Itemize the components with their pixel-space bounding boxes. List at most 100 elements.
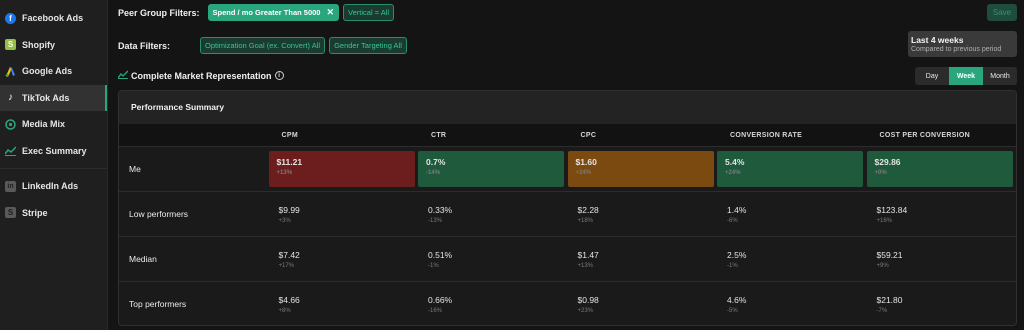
row-label: Low performers bbox=[129, 209, 189, 219]
sidebar-divider bbox=[0, 168, 107, 169]
me-cpm-cell: $11.21 +13% bbox=[268, 151, 415, 187]
cell-delta: +23% bbox=[577, 307, 594, 314]
table-row: Top performers $4.66 +8% 0.66% -16% $0.98 +… bbox=[119, 281, 1016, 325]
column-header: CPM bbox=[281, 131, 298, 139]
cell-value: $2.28 bbox=[577, 204, 599, 215]
media-mix-icon bbox=[5, 119, 16, 130]
cell-value: $123.84 bbox=[876, 204, 908, 215]
sidebar-item-stripe[interactable]: S Stripe bbox=[0, 200, 107, 227]
cell-value: $0.98 bbox=[577, 294, 599, 305]
spend-filter-label: Spend / mo Greater Than 5000 bbox=[212, 8, 321, 17]
table-cell: $1.47 +13% bbox=[568, 250, 718, 269]
cell-delta: +3% bbox=[278, 217, 291, 224]
market-representation-title: Complete Market Representation bbox=[131, 70, 272, 81]
peer-group-filters-label: Peer Group Filters: bbox=[118, 7, 200, 18]
toggle-day[interactable]: Day bbox=[915, 67, 949, 85]
table-cell: $1.60 +24% bbox=[567, 151, 718, 187]
cell-delta: -14% bbox=[426, 170, 441, 176]
table-cell: $59.21 +9% bbox=[867, 250, 1017, 269]
cell-delta: +16% bbox=[876, 217, 893, 224]
facebook-icon: f bbox=[5, 12, 16, 24]
cell-delta: -1% bbox=[727, 262, 738, 269]
market-representation: Complete Market Representation i bbox=[117, 70, 284, 81]
spend-filter-chip[interactable]: Spend / mo Greater Than 5000 ✕ bbox=[207, 4, 340, 21]
date-range-title: Last 4 weeks bbox=[911, 35, 964, 45]
row-label: Median bbox=[129, 254, 157, 264]
table-cell: $29.86 +0% bbox=[866, 151, 1016, 187]
cell-value: 1.4% bbox=[727, 204, 747, 215]
column-header: COST PER CONVERSION bbox=[879, 131, 970, 139]
chart-icon bbox=[117, 70, 129, 81]
cell-value: $9.99 bbox=[278, 204, 300, 215]
cell-value: 0.66% bbox=[428, 294, 453, 305]
sidebar-item-linkedin-ads[interactable]: in LinkedIn Ads bbox=[0, 173, 107, 200]
me-ctr-cell: 0.7% -14% bbox=[418, 151, 565, 187]
close-icon[interactable]: ✕ bbox=[326, 7, 334, 18]
me-cpc-cell: $1.60 +24% bbox=[567, 151, 714, 187]
gender-targeting-chip[interactable]: Gender Targeting All bbox=[329, 37, 407, 54]
sidebar-item-label: Stripe bbox=[22, 207, 48, 218]
shopify-icon: S bbox=[5, 39, 16, 51]
cell-delta: +17% bbox=[278, 262, 295, 269]
cell-value: $1.47 bbox=[577, 249, 599, 260]
sidebar-item-shopify[interactable]: S Shopify bbox=[0, 32, 107, 59]
sidebar-item-media-mix[interactable]: Media Mix bbox=[0, 111, 107, 138]
cell-delta: -6% bbox=[727, 217, 738, 224]
sidebar-item-label: Shopify bbox=[22, 39, 55, 50]
peer-group-filters: Peer Group Filters: Spend / mo Greater T… bbox=[118, 4, 398, 21]
sidebar-item-label: LinkedIn Ads bbox=[22, 181, 79, 192]
sidebar-item-label: TikTok Ads bbox=[22, 92, 70, 103]
table-cell: 5.4% +24% bbox=[717, 151, 867, 187]
data-filters: Data Filters: Optimization Goal (ex. Con… bbox=[118, 37, 411, 54]
cell-delta: -7% bbox=[876, 307, 888, 314]
optimization-goal-chip[interactable]: Optimization Goal (ex. Convert) All bbox=[200, 37, 326, 54]
sidebar-item-label: Facebook Ads bbox=[22, 13, 84, 24]
table-cell: $7.42 +17% bbox=[269, 250, 419, 269]
performance-summary-title: Performance Summary bbox=[119, 91, 1016, 124]
cell-value: 0.7% bbox=[426, 157, 446, 167]
cell-delta: -5% bbox=[727, 307, 738, 314]
table-cell: $0.98 +23% bbox=[568, 295, 718, 314]
cell-value: $4.66 bbox=[278, 294, 300, 305]
column-header: CONVERSION RATE bbox=[730, 131, 803, 139]
toggle-month[interactable]: Month bbox=[983, 67, 1017, 85]
cell-value: 0.33% bbox=[428, 204, 453, 215]
column-header: CPC bbox=[580, 131, 597, 139]
sidebar-item-google-ads[interactable]: Google Ads bbox=[0, 58, 107, 85]
cell-value: 2.5% bbox=[727, 249, 747, 260]
table-cell: 4.6% -5% bbox=[717, 295, 867, 314]
table-cell: 2.5% -1% bbox=[717, 250, 867, 269]
cell-value: 5.4% bbox=[725, 157, 745, 167]
sidebar-item-exec-summary[interactable]: Exec Summary bbox=[0, 138, 107, 165]
cell-delta: +13% bbox=[577, 262, 594, 269]
sidebar-item-label: Google Ads bbox=[22, 66, 73, 77]
sidebar-item-label: Media Mix bbox=[22, 119, 66, 130]
toggle-week[interactable]: Week bbox=[949, 67, 983, 85]
vertical-filter-chip[interactable]: Vertical = All bbox=[343, 4, 395, 21]
cell-value: $11.21 bbox=[276, 157, 303, 167]
save-button[interactable]: Save bbox=[987, 4, 1017, 21]
table-cell: 0.33% -13% bbox=[418, 205, 568, 224]
info-icon[interactable]: i bbox=[274, 71, 284, 80]
data-filters-label: Data Filters: bbox=[118, 40, 171, 51]
sidebar: f Facebook Ads S Shopify Google Ads ♪ Ti… bbox=[0, 0, 108, 330]
me-cost-per-conversion-cell: $29.86 +0% bbox=[866, 151, 1013, 187]
sidebar-item-label: Exec Summary bbox=[22, 145, 87, 156]
cell-value: $29.86 bbox=[874, 157, 901, 167]
cell-value: $1.60 bbox=[575, 157, 597, 167]
table-cell: 0.51% -1% bbox=[418, 250, 568, 269]
cell-value: $21.80 bbox=[876, 294, 903, 305]
me-conversion-rate-cell: 5.4% +24% bbox=[717, 151, 864, 187]
table-row-me: Me $11.21 +13% 0.7% -14% $1.60 +24% 5.4%… bbox=[119, 146, 1016, 191]
cell-value: $59.21 bbox=[876, 249, 903, 260]
cell-delta: +8% bbox=[278, 307, 291, 314]
cell-value: 4.6% bbox=[727, 294, 747, 305]
sidebar-item-facebook-ads[interactable]: f Facebook Ads bbox=[0, 5, 107, 32]
table-cell: $2.28 +18% bbox=[568, 205, 718, 224]
cell-delta: +9% bbox=[876, 262, 889, 269]
row-label: Me bbox=[129, 164, 141, 174]
linkedin-icon: in bbox=[5, 180, 16, 192]
google-ads-icon bbox=[5, 66, 16, 77]
sidebar-item-tiktok-ads[interactable]: ♪ TikTok Ads bbox=[0, 84, 107, 111]
date-range-picker[interactable]: Last 4 weeks Compared to previous period bbox=[908, 31, 1017, 57]
